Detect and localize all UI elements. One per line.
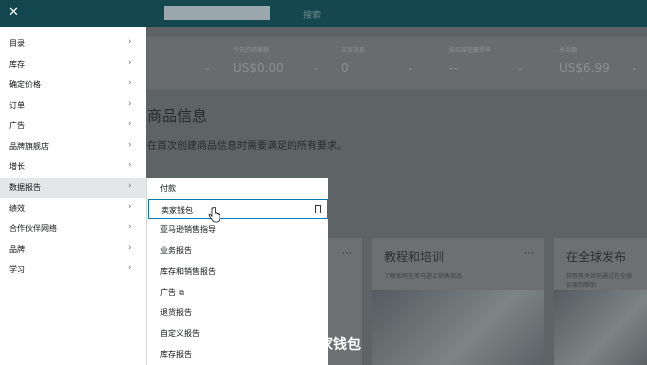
- submenu-item-label: 业务报告: [160, 246, 192, 255]
- card-image: [372, 290, 544, 365]
- nav-item-label: 数据报告: [9, 183, 41, 192]
- chevron-right-icon: ›: [128, 263, 132, 273]
- bookmark-icon[interactable]: [315, 205, 321, 213]
- chevron-down-icon: ⌄: [313, 63, 320, 72]
- chevron-right-icon: ›: [128, 140, 132, 150]
- submenu-item-label: 卖家钱包: [161, 206, 193, 215]
- chevron-right-icon: ›: [128, 160, 132, 170]
- nav-item-orders[interactable]: 订单 ›: [0, 96, 146, 116]
- card-title: 在全球发布: [566, 250, 627, 264]
- metric-today-sales[interactable]: 今天的销售额 US$0.00 ⌄: [229, 37, 320, 89]
- nav-item-label: 增长: [9, 162, 25, 171]
- submenu-item-seller-wallet[interactable]: 卖家钱包: [148, 199, 328, 219]
- nav-item-label: 确定价格: [9, 80, 41, 89]
- submenu-item-label: 自定义报告: [160, 329, 200, 338]
- metric-label: 总余额: [559, 47, 578, 54]
- chevron-right-icon: ›: [128, 202, 132, 212]
- more-options-icon[interactable]: ⋯: [342, 248, 352, 259]
- metric-label: 买家消息: [341, 47, 366, 54]
- nav-item-label: 学习: [9, 265, 25, 274]
- submenu-item-label: 广告 ⧉: [160, 287, 184, 298]
- chevron-right-icon: ›: [128, 58, 132, 68]
- chevron-right-icon: ›: [128, 99, 132, 109]
- nav-item-learn[interactable]: 学习 ›: [0, 260, 146, 280]
- nav-item-brand-store[interactable]: 品牌旗舰店 ›: [0, 137, 146, 157]
- nav-item-catalog[interactable]: 目录 ›: [0, 34, 146, 54]
- metric-value: US$6.99: [559, 61, 610, 75]
- search-placeholder: 搜索: [303, 11, 322, 21]
- chevron-right-icon: ›: [128, 181, 132, 191]
- metric-total-balance[interactable]: 总余额 US$6.99 ⌄: [555, 37, 645, 89]
- side-nav: ✕ 目录 › 库存 › 确定价格 › 订单 › 广告 › 品牌旗舰店 › 增长 …: [0, 0, 146, 365]
- submenu-item-payments[interactable]: 付款: [148, 178, 328, 198]
- page-title: 商品信息: [147, 107, 208, 125]
- nav-header: ✕: [0, 0, 146, 27]
- nav-item-pricing[interactable]: 确定价格 ›: [0, 75, 146, 95]
- submenu-item-returns[interactable]: 退货报告: [148, 302, 328, 322]
- metric-value: --: [449, 61, 458, 75]
- metric-0: ⌄: [147, 37, 237, 89]
- submenu-item-label: 库存报告: [160, 350, 192, 359]
- card-global[interactable]: 在全球发布 获取有关如何通过在全球 买家的帮助: [554, 238, 647, 365]
- card-title: 教程和培训: [384, 250, 445, 264]
- chevron-down-icon: ⌄: [631, 63, 638, 72]
- chevron-right-icon: ›: [128, 78, 132, 88]
- submenu-item-label: 付款: [160, 184, 176, 193]
- submenu-item-text: 广告: [160, 288, 176, 297]
- nav-item-partner-network[interactable]: 合作伙伴网络 ›: [0, 219, 146, 239]
- nav-item-advertising[interactable]: 广告 ›: [0, 116, 146, 136]
- chevron-right-icon: ›: [128, 37, 132, 47]
- search-input[interactable]: [164, 6, 270, 20]
- more-options-icon[interactable]: ⋯: [524, 248, 534, 259]
- submenu-item-label: 库存和销售报告: [160, 267, 216, 276]
- chevron-down-icon: ⌄: [517, 63, 524, 72]
- submenu-item-label: 亚马逊销售指导: [160, 225, 216, 234]
- nav-item-label: 广告: [9, 121, 25, 130]
- metric-label: 今天的销售额: [233, 47, 270, 54]
- chevron-down-icon: ⌄: [407, 63, 414, 72]
- chevron-down-icon: ⌄: [204, 63, 211, 72]
- nav-item-label: 订单: [9, 101, 25, 110]
- nav-item-performance[interactable]: 绩效 ›: [0, 199, 146, 219]
- submenu-item-business-reports[interactable]: 业务报告: [148, 240, 328, 260]
- metric-value: 0: [341, 61, 349, 75]
- nav-item-growth[interactable]: 增长 ›: [0, 157, 146, 177]
- nav-item-reports[interactable]: 数据报告 ›: [0, 178, 146, 198]
- metric-buyer-messages[interactable]: 买家消息 0 ⌄: [337, 37, 427, 89]
- submenu-item-inventory-sales[interactable]: 库存和销售报告: [148, 261, 328, 281]
- nav-item-inventory[interactable]: 库存 ›: [0, 55, 146, 75]
- metrics-bar: ⌄ 今天的销售额 US$0.00 ⌄ 买家消息 0 ⌄ 购买按钮赢得率 -- ⌄…: [147, 37, 647, 89]
- hand-cursor-icon: [208, 207, 220, 223]
- close-icon[interactable]: ✕: [8, 5, 19, 20]
- card-desc: 获取有关如何通过在全球 买家的帮助: [566, 273, 633, 289]
- page-subtitle: 在首次创建商品信息时需要满足的所有要求。: [147, 141, 347, 152]
- card-tutorials[interactable]: 教程和培训 ⋯ 了解如何在亚马逊上销售商品: [372, 238, 544, 365]
- submenu-item-advertising[interactable]: 广告 ⧉: [148, 282, 328, 302]
- nav-item-label: 品牌: [9, 245, 25, 254]
- nav-item-label: 绩效: [9, 204, 25, 213]
- nav-item-label: 库存: [9, 60, 25, 69]
- card-image: [554, 290, 647, 365]
- metric-value: US$0.00: [233, 61, 284, 75]
- chevron-right-icon: ›: [128, 243, 132, 253]
- nav-item-label: 合作伙伴网络: [9, 224, 57, 233]
- nav-item-label: 目录: [9, 39, 25, 48]
- video-caption: 访问卖家钱包: [277, 337, 361, 353]
- nav-item-label: 品牌旗舰店: [9, 142, 49, 151]
- chevron-right-icon: ›: [128, 222, 132, 232]
- card-desc: 了解如何在亚马逊上销售商品: [384, 273, 463, 280]
- submenu-item-label: 退货报告: [160, 308, 192, 317]
- metric-buybox-rate[interactable]: 购买按钮赢得率 -- ⌄: [445, 37, 535, 89]
- external-link-icon: ⧉: [179, 289, 184, 297]
- submenu-item-sales-coaching[interactable]: 亚马逊销售指导: [148, 219, 328, 239]
- nav-item-brands[interactable]: 品牌 ›: [0, 240, 146, 260]
- chevron-right-icon: ›: [128, 119, 132, 129]
- metric-label: 购买按钮赢得率: [449, 47, 492, 54]
